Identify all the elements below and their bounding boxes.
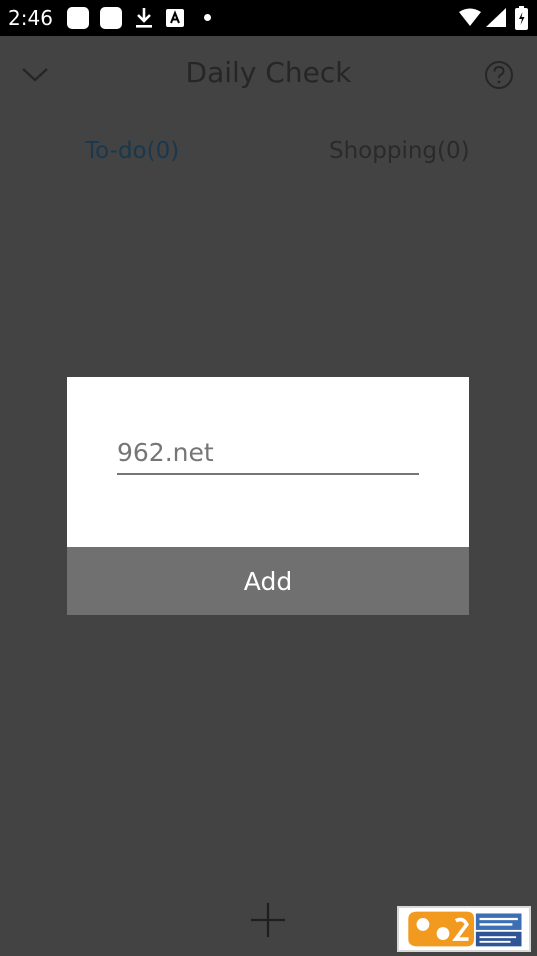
- add-button[interactable]: Add: [67, 547, 469, 615]
- page-title: Daily Check: [185, 56, 352, 89]
- tab-todo[interactable]: To-do(0): [85, 138, 179, 164]
- notification-icon: [100, 7, 122, 29]
- plus-icon[interactable]: [250, 902, 286, 938]
- tab-shopping[interactable]: Shopping(0): [329, 138, 470, 164]
- status-bar: 2:46: [0, 0, 537, 36]
- status-time: 2:46: [8, 6, 53, 30]
- signal-icon: [486, 8, 506, 27]
- dialog-body: [67, 377, 469, 547]
- wifi-icon: [459, 8, 481, 26]
- download-icon: [136, 8, 152, 28]
- dot-icon: [204, 14, 211, 21]
- help-icon[interactable]: [484, 60, 514, 90]
- notification-icon: [67, 7, 89, 29]
- add-item-dialog: Add: [67, 377, 469, 615]
- item-input[interactable]: [117, 435, 419, 475]
- a-icon: [166, 9, 184, 27]
- app-bar: Daily Check: [0, 36, 537, 114]
- 962-net-logo: [397, 906, 531, 952]
- battery-icon: [515, 6, 528, 30]
